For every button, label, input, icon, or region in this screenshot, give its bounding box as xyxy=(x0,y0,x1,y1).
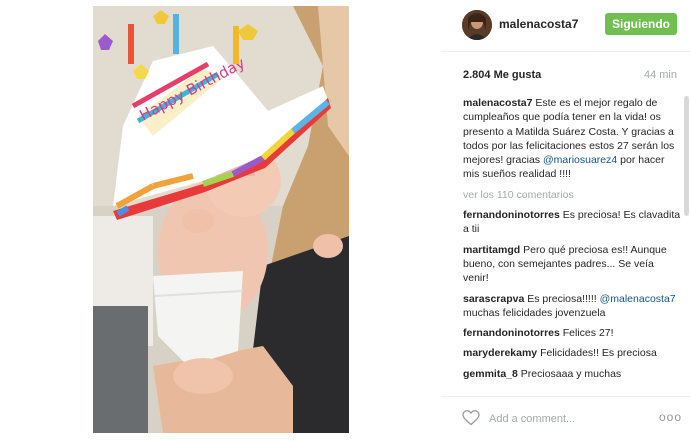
post-sidebar: malenacosta7 Siguiendo 2.804 Me gusta 44… xyxy=(441,0,690,442)
post-photo[interactable]: Happy Birthday xyxy=(93,6,349,433)
comment-text-after: muchas felicidades jovenzuela xyxy=(463,306,606,319)
comment-item: fernandoninotorres Felices 27! xyxy=(463,326,681,340)
comment-mention[interactable]: @malenacosta7 xyxy=(600,293,676,305)
comment-text: Es preciosa!!!!! xyxy=(527,292,597,305)
comment-item: martitamgd Pero qué preciosa es!! Aunque… xyxy=(463,243,681,286)
comment-username[interactable]: fernandoninotorres xyxy=(463,327,560,339)
comment-text: Felices 27! xyxy=(562,327,614,340)
comment-item: gemmita_8 Preciosaaa y muchas xyxy=(463,367,681,381)
comments-scrollbar[interactable] xyxy=(684,96,689,396)
comment-username[interactable]: gemmita_8 xyxy=(463,368,518,380)
post-header: malenacosta7 Siguiendo xyxy=(441,0,690,52)
scrollbar-thumb[interactable] xyxy=(684,96,689,216)
heart-icon[interactable] xyxy=(462,410,480,426)
caption-mention[interactable]: @mariosuarez4 xyxy=(543,154,617,166)
likes-count[interactable]: 2.804 Me gusta xyxy=(463,69,541,81)
likes-row: 2.804 Me gusta 44 min xyxy=(463,69,677,81)
caption: malenacosta7 Este es el mejor regalo de … xyxy=(463,96,681,182)
avatar[interactable] xyxy=(462,10,492,40)
comment-item: fernandoninotorres Es preciosa! Es clava… xyxy=(463,208,681,237)
comment-username[interactable]: fernandoninotorres xyxy=(463,209,560,221)
comment-username[interactable]: maryderekamy xyxy=(463,347,537,359)
comment-username[interactable]: martitamgd xyxy=(463,244,520,256)
header-username[interactable]: malenacosta7 xyxy=(499,17,578,31)
comment-item: maryderekamy Felicidades!! Es preciosa xyxy=(463,346,681,360)
post-footer: Add a comment... ooo xyxy=(441,396,690,442)
post-time[interactable]: 44 min xyxy=(644,69,677,81)
comments-list: malenacosta7 Este es el mejor regalo de … xyxy=(463,96,681,392)
comment-username[interactable]: sarascrapva xyxy=(463,293,524,305)
comment-item: sarascrapva Es preciosa!!!!! @malenacost… xyxy=(463,292,681,321)
view-all-comments-link[interactable]: ver los 110 comentarios xyxy=(463,188,681,202)
photo-pane: Happy Birthday xyxy=(0,0,441,442)
add-comment-input[interactable]: Add a comment... xyxy=(489,413,575,425)
more-options-icon[interactable]: ooo xyxy=(659,410,682,424)
comment-text: Felicidades!! Es preciosa xyxy=(540,347,657,360)
following-button[interactable]: Siguiendo xyxy=(605,13,677,35)
comment-text: Preciosaaa y muchas xyxy=(520,367,622,380)
caption-username[interactable]: malenacosta7 xyxy=(463,97,532,109)
